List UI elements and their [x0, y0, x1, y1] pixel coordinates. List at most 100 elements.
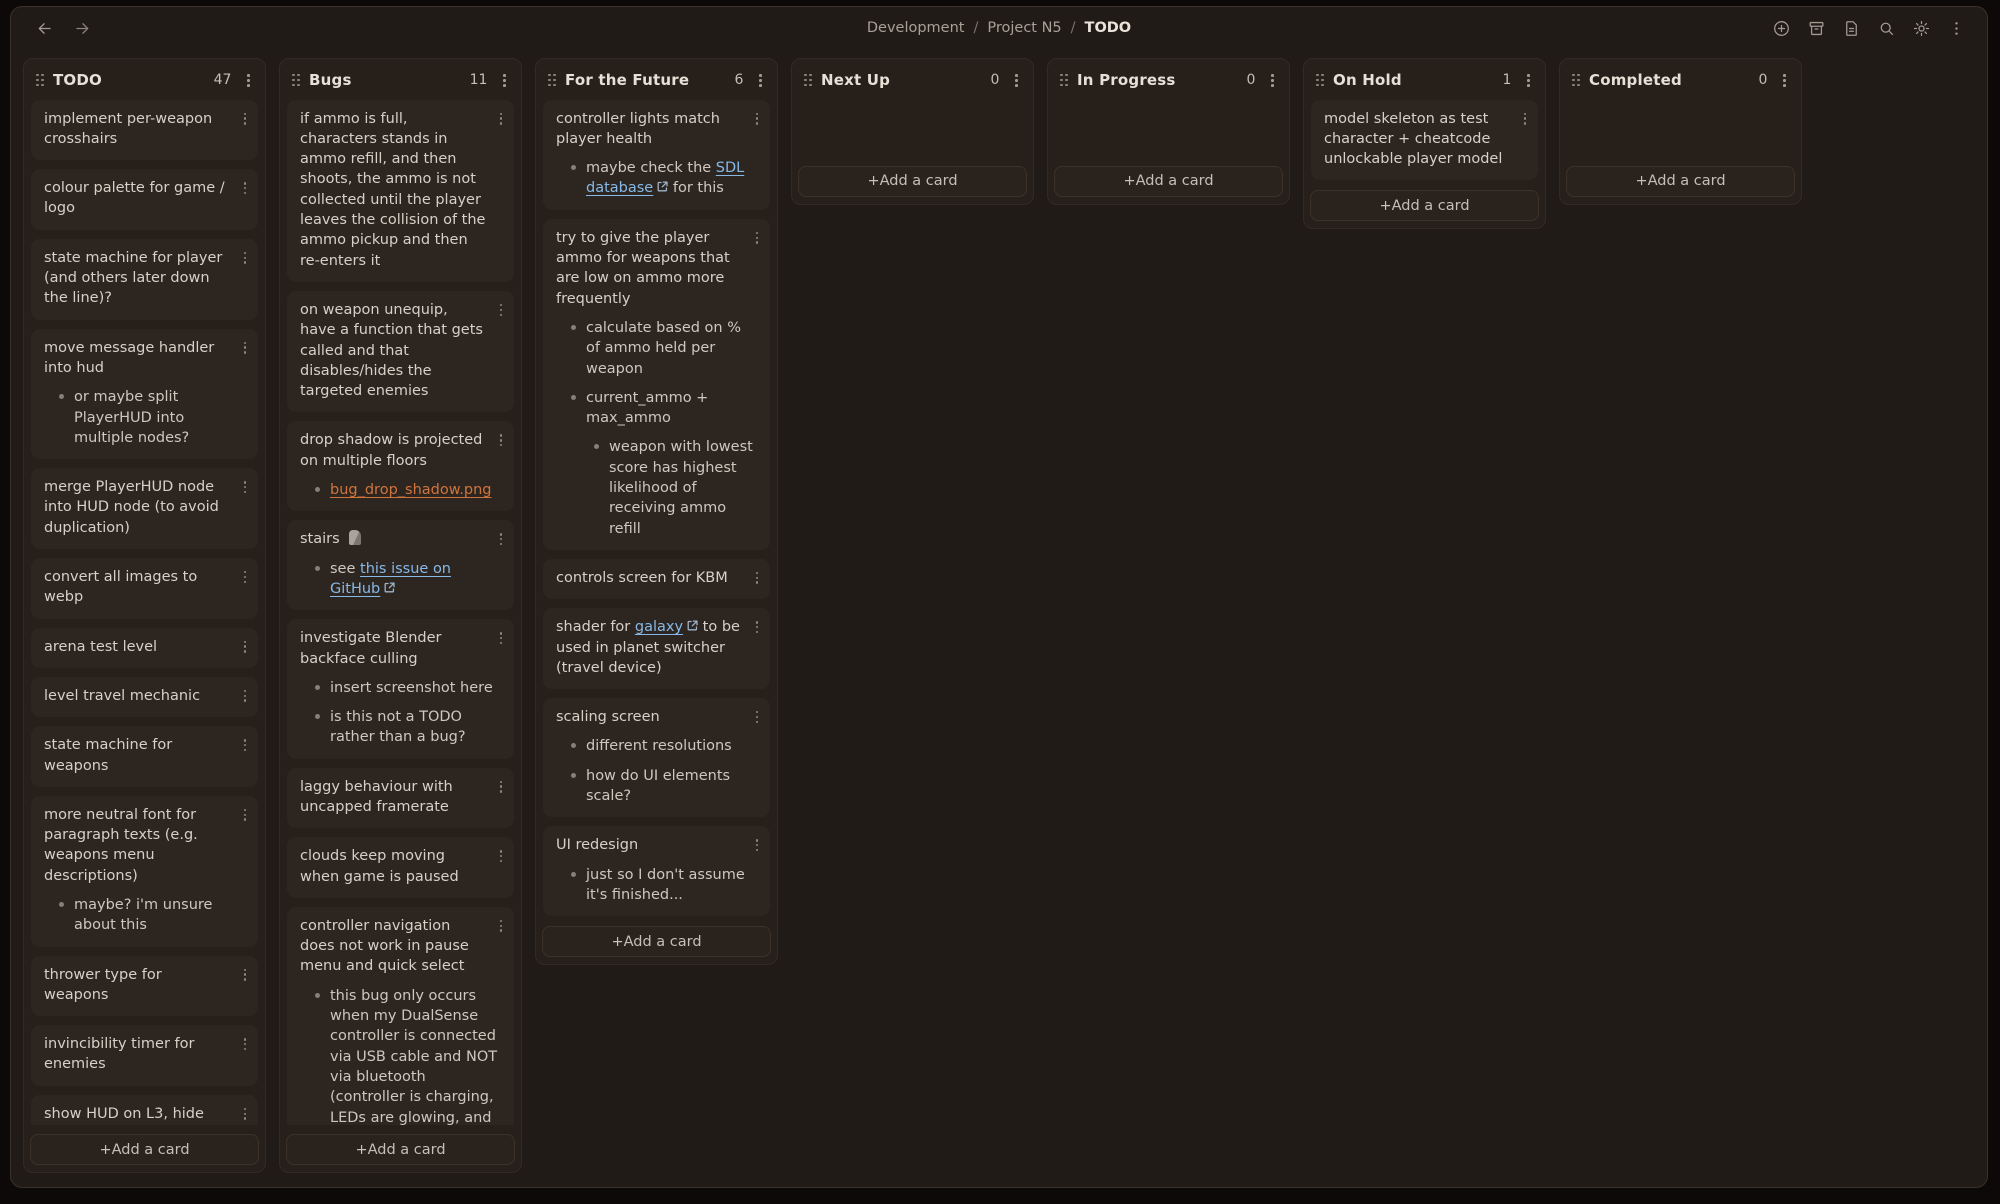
column-menu-button[interactable]: [754, 71, 767, 90]
card-menu-button[interactable]: [751, 229, 763, 247]
card-link[interactable]: galaxy: [635, 619, 683, 635]
drag-handle-icon[interactable]: [804, 74, 812, 87]
card-menu-button[interactable]: [751, 618, 763, 636]
card-menu-button[interactable]: [495, 847, 507, 865]
card-title: drop shadow is projected on multiple flo…: [300, 430, 504, 471]
column-menu-button[interactable]: [242, 71, 255, 90]
card-menu-button[interactable]: [239, 687, 251, 705]
card[interactable]: colour palette for game / logo: [31, 169, 258, 230]
archive-icon[interactable]: [1803, 15, 1829, 41]
add-card-button[interactable]: +Add a card: [30, 1134, 259, 1165]
bullet-dot-icon: [315, 993, 320, 998]
card[interactable]: on weapon unequip, have a function that …: [287, 291, 514, 412]
breadcrumb-item-todo[interactable]: TODO: [1085, 20, 1132, 36]
column-menu-button[interactable]: [1010, 71, 1023, 90]
card-menu-button[interactable]: [239, 110, 251, 128]
card[interactable]: implement per-weapon crosshairs: [31, 100, 258, 161]
card[interactable]: model skeleton as test character + cheat…: [1311, 100, 1538, 181]
card[interactable]: more neutral font for paragraph texts (e…: [31, 796, 258, 947]
card[interactable]: scaling screendifferent resolutionshow d…: [543, 698, 770, 817]
card-menu-button[interactable]: [239, 806, 251, 824]
card-menu-button[interactable]: [239, 736, 251, 754]
card[interactable]: convert all images to webp: [31, 558, 258, 619]
add-card-button[interactable]: +Add a card: [1566, 166, 1795, 197]
card[interactable]: move message handler into hudor maybe sp…: [31, 329, 258, 459]
card[interactable]: level travel mechanic: [31, 677, 258, 717]
drag-handle-icon[interactable]: [292, 74, 300, 87]
card[interactable]: UI redesignjust so I don't assume it's f…: [543, 826, 770, 916]
add-card-button[interactable]: +Add a card: [1310, 190, 1539, 221]
card-menu-button[interactable]: [495, 917, 507, 935]
card-menu-button[interactable]: [495, 301, 507, 319]
add-card-button[interactable]: +Add a card: [1054, 166, 1283, 197]
bullet-dot-icon: [571, 743, 576, 748]
card[interactable]: controller lights match player healthmay…: [543, 100, 770, 210]
card-menu-button[interactable]: [495, 629, 507, 647]
card[interactable]: merge PlayerHUD node into HUD node (to a…: [31, 468, 258, 549]
card-menu-button[interactable]: [239, 339, 251, 357]
card-text-segment: see: [330, 561, 360, 577]
column-menu-button[interactable]: [1522, 71, 1535, 90]
column-on-hold: On Hold1model skeleton as test character…: [1303, 58, 1546, 229]
card[interactable]: if ammo is full, characters stands in am…: [287, 100, 514, 282]
card[interactable]: investigate Blender backface cullinginse…: [287, 619, 514, 758]
card-link[interactable]: bug_drop_shadow.png: [330, 482, 491, 498]
card-menu-button[interactable]: [239, 179, 251, 197]
breadcrumb-item-development[interactable]: Development: [867, 20, 965, 36]
column-header: Next Up0: [798, 64, 1027, 99]
drag-handle-icon[interactable]: [36, 74, 44, 87]
card-title: state machine for player (and others lat…: [44, 248, 248, 309]
card-menu-button[interactable]: [751, 110, 763, 128]
card-bullet-text: just so I don't assume it's finished...: [586, 865, 756, 906]
card-menu-button[interactable]: [239, 638, 251, 656]
document-icon[interactable]: [1838, 15, 1864, 41]
card-menu-button[interactable]: [495, 778, 507, 796]
card[interactable]: try to give the player ammo for weapons …: [543, 219, 770, 550]
card-menu-button[interactable]: [239, 249, 251, 267]
card[interactable]: thrower type for weapons: [31, 956, 258, 1017]
card[interactable]: state machine for weapons: [31, 726, 258, 787]
card-menu-button[interactable]: [751, 836, 763, 854]
card[interactable]: arena test level: [31, 628, 258, 668]
settings-icon[interactable]: [1908, 15, 1934, 41]
card-menu-button[interactable]: [239, 966, 251, 984]
card-menu-button[interactable]: [495, 431, 507, 449]
column-menu-button[interactable]: [1778, 71, 1791, 90]
drag-handle-icon[interactable]: [548, 74, 556, 87]
card[interactable]: controller navigation does not work in p…: [287, 907, 514, 1125]
card-text-segment: move message handler into hud: [44, 340, 214, 376]
add-board-icon[interactable]: [1768, 15, 1794, 41]
card[interactable]: state machine for player (and others lat…: [31, 239, 258, 320]
more-icon[interactable]: [1943, 15, 1969, 41]
card[interactable]: controls screen for KBM: [543, 559, 770, 599]
card-menu-button[interactable]: [239, 568, 251, 586]
forward-icon[interactable]: [69, 15, 95, 41]
card-menu-button[interactable]: [751, 708, 763, 726]
search-icon[interactable]: [1873, 15, 1899, 41]
card[interactable]: drop shadow is projected on multiple flo…: [287, 421, 514, 511]
add-card-button[interactable]: +Add a card: [286, 1134, 515, 1165]
card[interactable]: invincibility timer for enemies: [31, 1025, 258, 1086]
column-menu-button[interactable]: [498, 71, 511, 90]
card[interactable]: laggy behaviour with uncapped framerate: [287, 768, 514, 829]
card-menu-button[interactable]: [1519, 110, 1531, 128]
card[interactable]: stairs see this issue on GitHub: [287, 520, 514, 610]
card-menu-button[interactable]: [495, 530, 507, 548]
breadcrumb-item-project-n5[interactable]: Project N5: [987, 20, 1061, 36]
card[interactable]: shader for galaxy to be used in planet s…: [543, 608, 770, 689]
add-card-button[interactable]: +Add a card: [798, 166, 1027, 197]
card-menu-button[interactable]: [751, 569, 763, 587]
card[interactable]: show HUD on L3, hide after timeoutalso s…: [31, 1095, 258, 1125]
card-menu-button[interactable]: [239, 1105, 251, 1123]
card[interactable]: clouds keep moving when game is paused: [287, 837, 514, 898]
column-menu-button[interactable]: [1266, 71, 1279, 90]
card-menu-button[interactable]: [495, 110, 507, 128]
drag-handle-icon[interactable]: [1572, 74, 1580, 87]
drag-handle-icon[interactable]: [1060, 74, 1068, 87]
card-text-segment: weapon with lowest score has highest lik…: [609, 439, 753, 536]
drag-handle-icon[interactable]: [1316, 74, 1324, 87]
back-icon[interactable]: [31, 15, 57, 41]
add-card-button[interactable]: +Add a card: [542, 926, 771, 957]
card-menu-button[interactable]: [239, 478, 251, 496]
card-menu-button[interactable]: [239, 1035, 251, 1053]
